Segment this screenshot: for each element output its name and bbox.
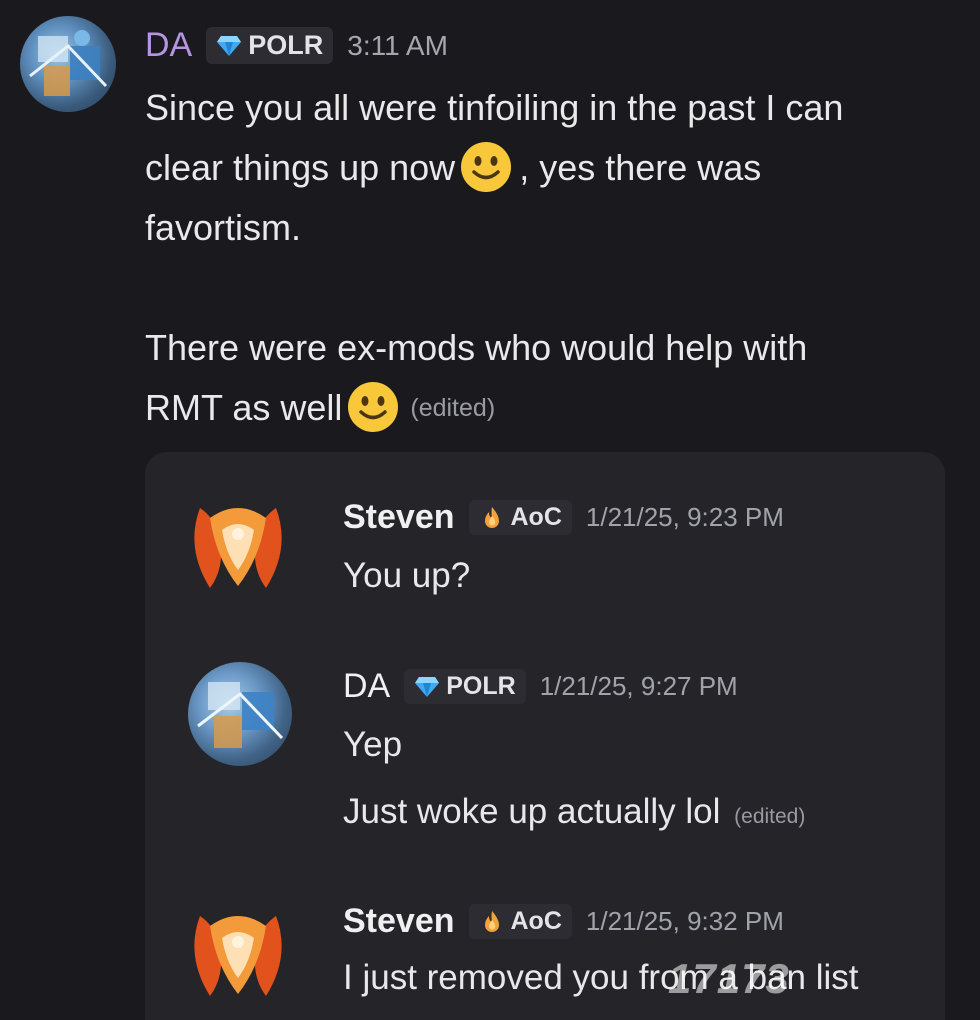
timestamp[interactable]: 3:11 AM	[347, 30, 448, 62]
timestamp[interactable]: 1/21/25, 9:32 PM	[586, 906, 784, 937]
author-name[interactable]: Steven	[343, 498, 455, 537]
timestamp[interactable]: 1/21/25, 9:27 PM	[540, 671, 738, 702]
timestamp[interactable]: 1/21/25, 9:23 PM	[586, 502, 784, 533]
author-name[interactable]: DA	[145, 26, 192, 65]
author-name[interactable]: DA	[343, 667, 390, 706]
message-text: You up?	[343, 556, 471, 595]
badge-label: AoC	[510, 907, 562, 935]
avatar-da[interactable]	[188, 662, 292, 766]
badge-label: AoC	[510, 503, 562, 531]
avatar-da[interactable]	[20, 16, 116, 112]
avatar-steven[interactable]	[180, 896, 296, 1012]
server-tag-badge[interactable]: POLR	[404, 669, 526, 704]
author-name[interactable]: Steven	[343, 902, 455, 941]
embed-message-header: DA POLR 1/21/25, 9:27 PM	[343, 667, 738, 706]
slightly-smiling-face-icon	[348, 382, 399, 432]
edited-label: (edited)	[410, 394, 496, 422]
flame-icon	[484, 910, 499, 932]
message-line: clear things up now , yes there was	[145, 138, 955, 198]
top-message-header: DA POLR 3:11 AM	[145, 26, 448, 65]
slightly-smiling-face-icon	[461, 142, 512, 192]
message-line: There were ex-mods who would help with	[145, 327, 808, 368]
embed-message-header: Steven AoC 1/21/25, 9:23 PM	[343, 498, 784, 537]
server-tag-badge[interactable]: POLR	[206, 27, 334, 64]
badge-label: POLR	[446, 672, 516, 700]
message-text: Just woke up actually lol (edited)	[343, 792, 806, 831]
watermark: 17173	[668, 955, 790, 1002]
server-tag-badge[interactable]: AoC	[468, 500, 572, 535]
edited-label: (edited)	[734, 805, 806, 828]
message-text: Yep	[343, 725, 403, 764]
gem-icon	[217, 35, 242, 56]
embed-message-header: Steven AoC 1/21/25, 9:32 PM	[343, 902, 784, 941]
server-tag-badge[interactable]: AoC	[468, 904, 572, 939]
message-line: favortism.	[145, 207, 302, 248]
avatar-steven[interactable]	[180, 488, 296, 604]
message-line: Since you all were tinfoiling in the pas…	[145, 87, 844, 128]
flame-icon	[484, 506, 499, 528]
message-line: RMT as well (edited)	[145, 378, 955, 438]
message-content: Since you all were tinfoiling in the pas…	[145, 78, 955, 438]
gem-icon	[415, 676, 440, 697]
badge-label: POLR	[248, 30, 324, 60]
